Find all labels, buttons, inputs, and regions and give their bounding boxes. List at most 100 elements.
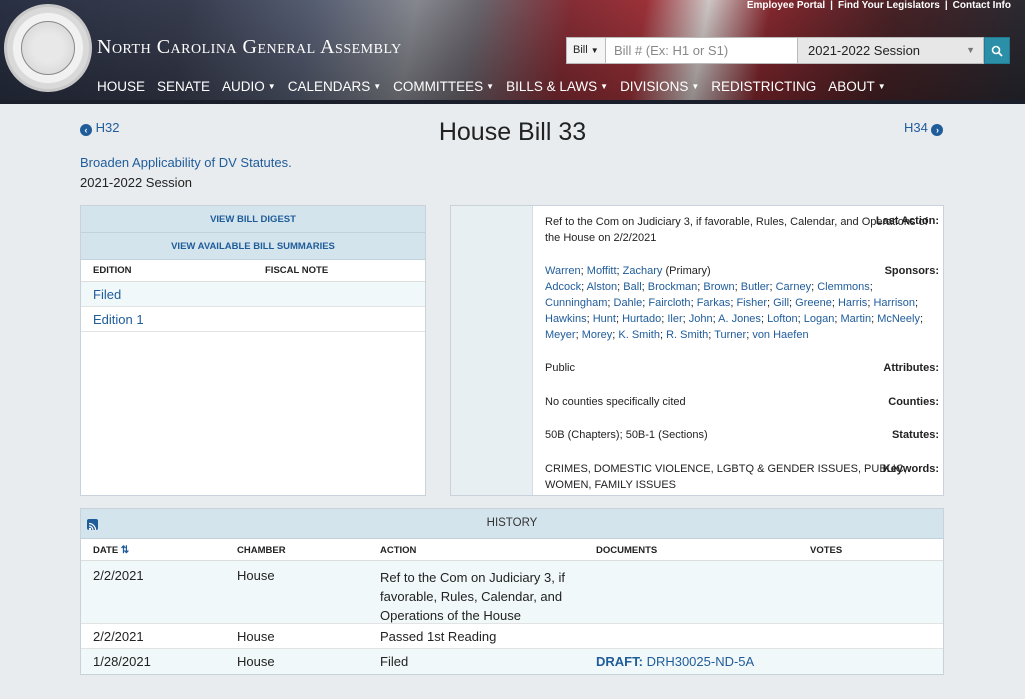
bill-short-title-link[interactable]: Broaden Applicability of DV Statutes.	[80, 155, 292, 170]
bill-number-input[interactable]: Bill # (Ex: H1 or S1)	[606, 37, 798, 64]
nav-item-label: HOUSE	[97, 79, 146, 94]
nav-item-label: REDISTRICTING	[711, 79, 817, 94]
nav-item-audio[interactable]: AUDIO ▼	[222, 79, 276, 94]
sponsor-link[interactable]: Warren	[545, 265, 581, 277]
sponsor-link[interactable]: Hunt	[593, 313, 616, 325]
sponsor-link[interactable]: Faircloth	[648, 297, 690, 309]
nav-item-label: AUDIO	[222, 79, 265, 94]
sponsor-link[interactable]: John	[689, 313, 713, 325]
sponsor-link[interactable]: Morey	[582, 329, 613, 341]
state-seal-logo[interactable]	[4, 4, 92, 92]
sponsor-link[interactable]: Iler	[667, 313, 682, 325]
edition-link-filed[interactable]: Filed	[93, 287, 121, 302]
nav-item-senate[interactable]: SENATE	[157, 79, 210, 94]
sponsor-link[interactable]: Clemmons	[817, 281, 870, 293]
chamber-column-header: CHAMBER	[237, 545, 286, 556]
find-legislators-link[interactable]: Find Your Legislators	[838, 0, 940, 11]
edition-row: Edition 1	[81, 307, 425, 332]
history-date: 1/28/2021	[93, 654, 151, 669]
chevron-down-icon: ▼	[966, 45, 975, 55]
sponsor-link[interactable]: von Haefen	[752, 329, 808, 341]
next-bill-link[interactable]: H34 ›	[904, 120, 944, 136]
sponsor-link[interactable]: Logan	[804, 313, 835, 325]
sponsor-link[interactable]: Meyer	[545, 329, 576, 341]
session-select[interactable]: 2021-2022 Session ▼	[798, 37, 984, 64]
nav-item-committees[interactable]: COMMITTEES ▼	[393, 79, 494, 94]
sponsor-link[interactable]: R. Smith	[666, 329, 708, 341]
caret-down-icon: ▼	[267, 82, 276, 91]
sponsor-link[interactable]: Harris	[838, 297, 867, 309]
document-link[interactable]: DRH30025-ND-5A	[647, 654, 755, 669]
sponsor-link[interactable]: Cunningham	[545, 297, 607, 309]
attributes-value: Public	[545, 362, 575, 374]
site-header: North Carolina General Assembly Employee…	[0, 0, 1025, 104]
sponsors-list: Adcock; Alston; Ball; Brockman; Brown; B…	[545, 281, 923, 341]
contact-info-link[interactable]: Contact Info	[953, 0, 1011, 11]
bill-info-panel: Last Action: Ref to the Com on Judiciary…	[450, 205, 944, 496]
sponsor-link[interactable]: Dahle	[614, 297, 643, 309]
view-bill-summaries-button[interactable]: VIEW AVAILABLE BILL SUMMARIES	[81, 233, 425, 260]
search-button[interactable]	[984, 37, 1010, 64]
sponsor-link[interactable]: Adcock	[545, 281, 581, 293]
main-nav: HOUSE SENATE AUDIO ▼ CALENDARS ▼ COMMITTEES ▼ BI…	[97, 79, 898, 94]
top-links: Employee Portal | Find Your Legislators | Co…	[746, 0, 1011, 11]
nav-item-label: COMMITTEES	[393, 79, 484, 94]
nav-item-house[interactable]: HOUSE	[97, 79, 145, 94]
caret-down-icon: ▼	[600, 82, 609, 91]
nav-item-divisions[interactable]: DIVISIONS ▼	[620, 79, 699, 94]
info-labels-column	[451, 206, 533, 495]
next-bill-label: H34	[904, 120, 928, 135]
history-title: HISTORY	[486, 517, 538, 529]
search-icon	[991, 45, 1003, 57]
view-bill-digest-button[interactable]: VIEW BILL DIGEST	[81, 206, 425, 233]
bill-session: 2021-2022 Session	[80, 175, 193, 190]
sponsor-link[interactable]: A. Jones	[718, 313, 761, 325]
sponsor-link[interactable]: Greene	[795, 297, 832, 309]
page-title: House Bill 33	[438, 118, 587, 146]
sponsor-link[interactable]: Turner	[714, 329, 746, 341]
sponsor-link[interactable]: Brown	[703, 281, 734, 293]
sponsor-link[interactable]: Carney	[776, 281, 811, 293]
sponsor-link[interactable]: Zachary	[623, 265, 663, 277]
history-date: 2/2/2021	[93, 568, 144, 583]
employee-portal-link[interactable]: Employee Portal	[747, 0, 825, 11]
sort-icon: ⇅	[120, 545, 130, 556]
sponsor-link[interactable]: K. Smith	[618, 329, 660, 341]
sponsor-separator: ;	[919, 313, 924, 325]
sponsor-link[interactable]: Gill	[773, 297, 789, 309]
history-action: Ref to the Com on Judiciary 3, if favora…	[380, 570, 565, 623]
history-document: DRAFT: DRH30025-ND-5A	[596, 654, 754, 669]
history-panel: HISTORY DATE ⇅ CHAMBER ACTION DOCUMENTS …	[80, 508, 944, 675]
sponsor-link[interactable]: Moffitt	[587, 265, 617, 277]
table-row: 1/28/2021 House Filed DRAFT: DRH30025-ND…	[81, 649, 943, 674]
sponsor-link[interactable]: Farkas	[697, 297, 731, 309]
action-column-header: ACTION	[380, 545, 417, 556]
sponsor-link[interactable]: Brockman	[648, 281, 698, 293]
nav-item-about[interactable]: ABOUT ▼	[828, 79, 885, 94]
sponsor-link[interactable]: Harrison	[873, 297, 915, 309]
sponsor-link[interactable]: McNeely	[877, 313, 920, 325]
search-type-select[interactable]: Bill ▼	[566, 37, 606, 64]
site-title[interactable]: North Carolina General Assembly	[97, 36, 402, 59]
edition-link-edition-1[interactable]: Edition 1	[93, 312, 144, 327]
sponsor-link[interactable]: Hurtado	[622, 313, 661, 325]
sponsor-link[interactable]: Alston	[587, 281, 618, 293]
sponsor-link[interactable]: Fisher	[736, 297, 767, 309]
sponsor-link[interactable]: Ball	[623, 281, 641, 293]
history-header: HISTORY	[81, 509, 943, 539]
header-divider	[0, 100, 1025, 104]
sponsor-link[interactable]: Martin	[841, 313, 872, 325]
sponsor-link[interactable]: Hawkins	[545, 313, 587, 325]
date-column-header[interactable]: DATE ⇅	[93, 545, 129, 556]
caret-down-icon: ▼	[877, 82, 886, 91]
nav-item-bills-laws[interactable]: BILLS & LAWS ▼	[506, 79, 608, 94]
caret-down-icon: ▼	[691, 82, 700, 91]
chevron-right-icon: ›	[931, 124, 944, 136]
bill-search: Bill ▼ Bill # (Ex: H1 or S1) 2021-2022 S…	[566, 37, 1010, 64]
sponsor-link[interactable]: Lofton	[767, 313, 798, 325]
history-columns: DATE ⇅ CHAMBER ACTION DOCUMENTS VOTES	[81, 539, 943, 561]
sponsor-link[interactable]: Butler	[741, 281, 770, 293]
editions-header: EDITION FISCAL NOTE	[81, 260, 425, 282]
nav-item-calendars[interactable]: CALENDARS ▼	[288, 79, 381, 94]
nav-item-redistricting[interactable]: REDISTRICTING	[711, 79, 816, 94]
